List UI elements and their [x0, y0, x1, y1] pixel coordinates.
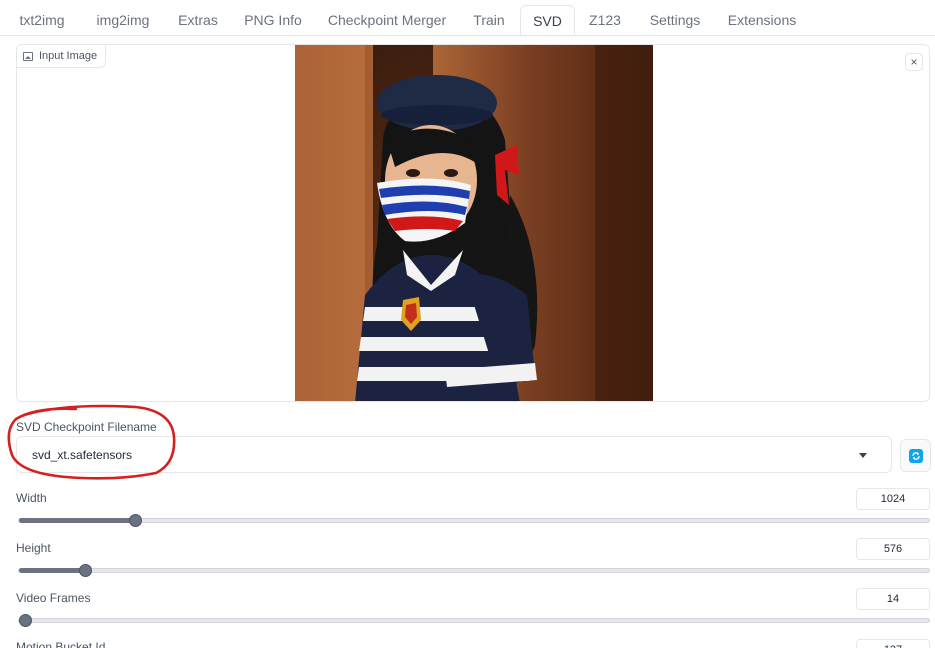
refresh-icon: [908, 448, 923, 463]
width-number-input[interactable]: 1024: [856, 488, 930, 510]
height-number-input[interactable]: 576: [856, 538, 930, 560]
input-image-preview: [295, 45, 653, 401]
tab-extras[interactable]: Extras: [168, 5, 228, 35]
image-icon: [23, 51, 33, 61]
height-label: Height: [16, 541, 51, 555]
tab-txt2img[interactable]: txt2img: [6, 5, 78, 35]
input-image-label: Input Image: [17, 45, 107, 68]
tab-png-info[interactable]: PNG Info: [236, 5, 310, 35]
video-frames-slider[interactable]: [18, 614, 930, 627]
svd-page: txt2img img2img Extras PNG Info Checkpoi…: [0, 0, 935, 648]
tab-checkpoint-merger[interactable]: Checkpoint Merger: [318, 5, 456, 35]
checkpoint-dropdown[interactable]: svd_xt.safetensors: [16, 436, 892, 473]
video-frames-slider-handle[interactable]: [19, 614, 32, 627]
motion-bucket-id-label: Motion Bucket Id: [16, 640, 106, 648]
input-image-panel[interactable]: Input Image ×: [16, 44, 930, 402]
tab-settings[interactable]: Settings: [640, 5, 710, 35]
width-slider[interactable]: [18, 514, 930, 527]
checkpoint-value: svd_xt.safetensors: [32, 448, 133, 462]
height-slider-handle[interactable]: [79, 564, 92, 577]
video-frames-label: Video Frames: [16, 591, 91, 605]
input-image-label-text: Input Image: [39, 50, 98, 62]
motion-bucket-id-number-input[interactable]: 127: [856, 639, 930, 648]
tab-train[interactable]: Train: [464, 5, 514, 35]
tab-img2img[interactable]: img2img: [84, 5, 162, 35]
checkpoint-label: SVD Checkpoint Filename: [16, 420, 157, 434]
width-slider-handle[interactable]: [129, 514, 142, 527]
tab-svd[interactable]: SVD: [520, 5, 575, 35]
tab-z123[interactable]: Z123: [580, 5, 630, 35]
video-frames-number-input[interactable]: 14: [856, 588, 930, 610]
refresh-checkpoint-button[interactable]: [900, 439, 931, 472]
width-label: Width: [16, 491, 47, 505]
tab-bar: txt2img img2img Extras PNG Info Checkpoi…: [0, 5, 935, 36]
clear-image-button[interactable]: ×: [905, 53, 923, 71]
tab-extensions[interactable]: Extensions: [720, 5, 804, 35]
chevron-down-icon: [859, 453, 867, 458]
height-slider[interactable]: [18, 564, 930, 577]
